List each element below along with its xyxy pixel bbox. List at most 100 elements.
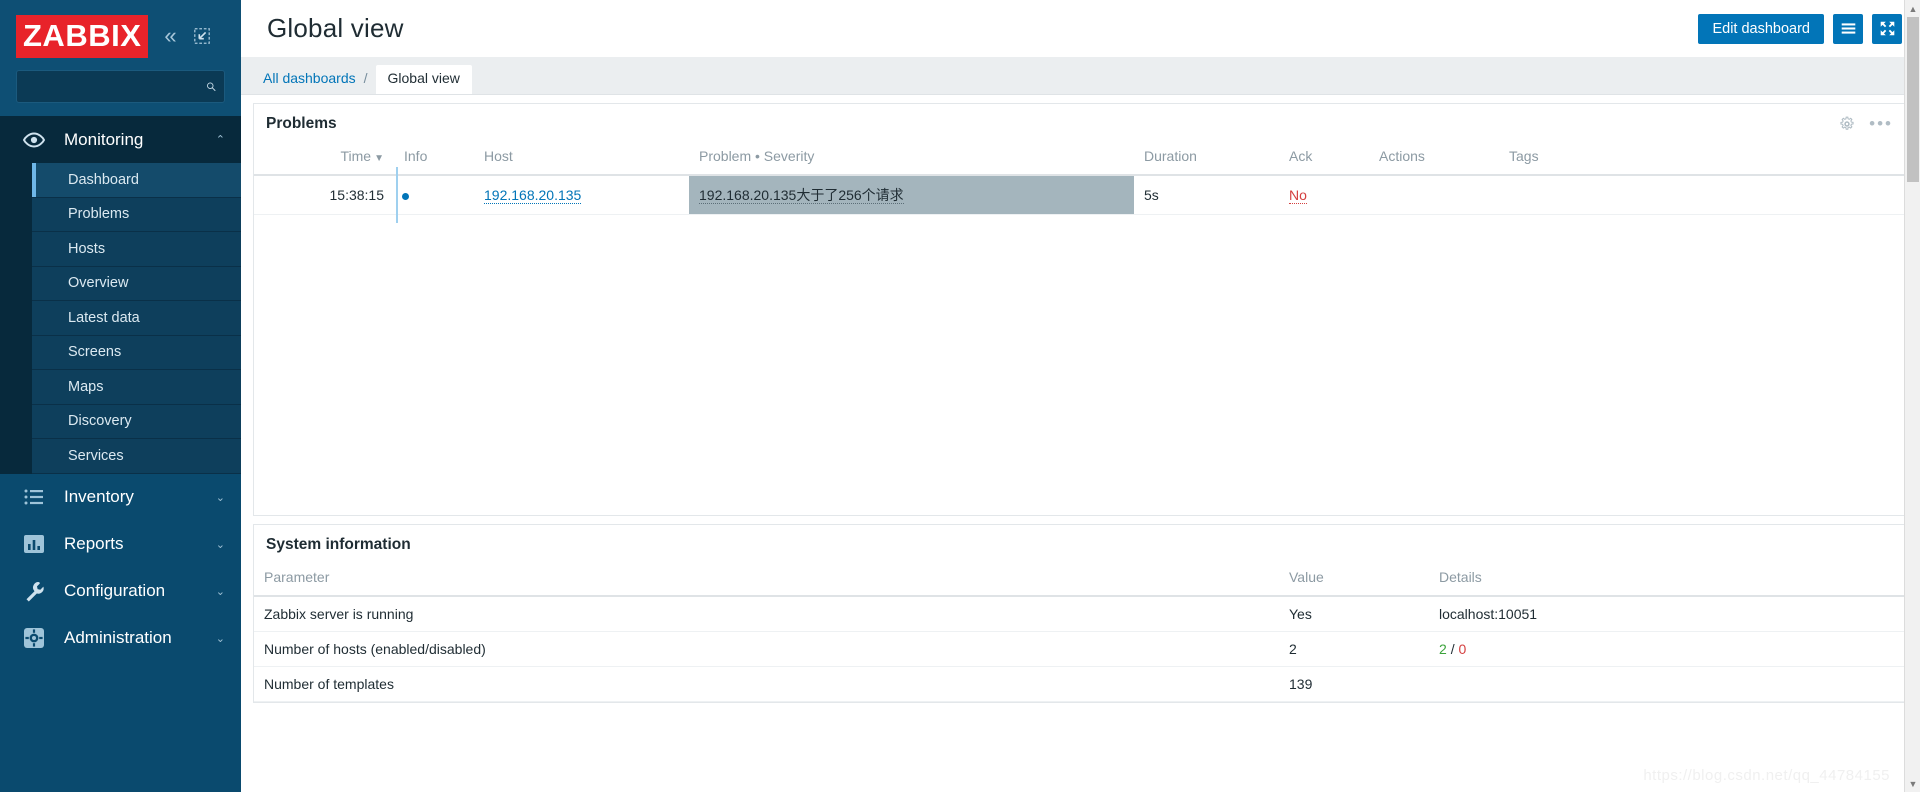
cell-parameter: Zabbix server is running — [254, 596, 1279, 632]
breadcrumb-all-dashboards[interactable]: All dashboards — [263, 70, 356, 94]
sidebar-item-overview[interactable]: Overview — [32, 266, 241, 301]
watermark-text: https://blog.csdn.net/qq_44784155 — [1643, 767, 1890, 784]
sidebar-group-label-configuration: Configuration — [64, 581, 166, 600]
problems-table: Time ▼ Info Host Problem • Severity Durat… — [254, 140, 1905, 223]
sidebar-item-label: Latest data — [68, 309, 140, 326]
chevron-down-icon: ⌄ — [215, 632, 225, 645]
cell-details: localhost:10051 — [1429, 596, 1905, 632]
hamburger-icon — [1841, 23, 1855, 34]
sidebar-item-label: Dashboard — [68, 171, 139, 188]
problem-link[interactable]: 192.168.20.135大于了256个请求 — [699, 187, 904, 204]
column-header-time[interactable]: Time ▼ — [254, 140, 394, 176]
cell-value: Yes — [1279, 596, 1429, 632]
column-header-problem-severity[interactable]: Problem • Severity — [689, 140, 1134, 176]
sidebar-item-label: Maps — [68, 378, 104, 395]
sidebar-group-label-inventory: Inventory — [64, 487, 134, 506]
sidebar-header: ZABBIX « — [0, 0, 241, 116]
eye-icon — [22, 131, 46, 148]
sidebar-search[interactable] — [16, 70, 225, 103]
sidebar-item-hosts[interactable]: Hosts — [32, 232, 241, 267]
breadcrumb: All dashboards / Global view — [241, 57, 1920, 95]
widget-more-ellipsis-icon[interactable]: ••• — [1869, 115, 1893, 132]
cell-details: 2 / 0 — [1429, 631, 1905, 667]
system-information-widget: System information Parameter Value Detai… — [253, 524, 1906, 703]
search-input[interactable] — [25, 78, 206, 95]
sidebar-item-label: Screens — [68, 344, 122, 361]
cell-host: 192.168.20.135 — [474, 175, 689, 215]
table-row[interactable]: 15:38:15 192.168.20.135 192.168.20.135大于… — [254, 167, 1905, 223]
fullscreen-button[interactable] — [1872, 13, 1902, 44]
problems-table-body: 15:38:15 192.168.20.135 192.168.20.135大于… — [254, 167, 1905, 223]
zabbix-app: ZABBIX « Monitoring ⌃ Dashboard Problems… — [0, 0, 1920, 792]
sidebar-submenu-monitoring: Dashboard Problems Hosts Overview Latest… — [0, 163, 241, 474]
sidebar-group-inventory[interactable]: Inventory ⌄ — [0, 474, 241, 521]
column-header-parameter: Parameter — [254, 561, 1279, 597]
sidebar-item-discovery[interactable]: Discovery — [32, 404, 241, 439]
column-header-duration: Duration — [1134, 140, 1279, 176]
problems-empty-space — [254, 215, 1905, 515]
sidebar-item-label: Overview — [68, 275, 129, 292]
column-header-host[interactable]: Host — [474, 140, 689, 176]
problems-table-head: Time ▼ Info Host Problem • Severity Durat… — [254, 140, 1905, 176]
edit-dashboard-button[interactable]: Edit dashboard — [1698, 13, 1824, 44]
double-chevron-left-icon: « — [164, 23, 177, 48]
widget-settings-gear-icon[interactable] — [1839, 116, 1855, 132]
cell-ack: No — [1279, 175, 1369, 215]
system-information-header-row: Parameter Value Details — [254, 561, 1905, 597]
system-information-header: System information — [254, 525, 1905, 561]
collapse-sidebar-button[interactable]: « — [164, 25, 176, 47]
column-header-ack: Ack — [1279, 140, 1369, 176]
dashboard-content: Problems ••• Time ▼ Info Host Problem • … — [241, 95, 1920, 792]
scroll-thumb[interactable] — [1907, 17, 1919, 182]
chevron-down-icon: ⌄ — [215, 491, 225, 504]
ack-status-link[interactable]: No — [1289, 187, 1307, 204]
collapse-corner-icon — [193, 28, 210, 44]
cell-actions — [1369, 175, 1499, 215]
sidebar-item-screens[interactable]: Screens — [32, 335, 241, 370]
column-header-value: Value — [1279, 561, 1429, 597]
search-icon[interactable] — [206, 78, 216, 95]
sidebar-nav: Monitoring ⌃ Dashboard Problems Hosts Ov… — [0, 116, 241, 662]
sidebar-item-dashboard[interactable]: Dashboard — [32, 163, 241, 198]
problems-header-row: Time ▼ Info Host Problem • Severity Durat… — [254, 140, 1905, 176]
sidebar-item-maps[interactable]: Maps — [32, 370, 241, 405]
system-information-table-body: Zabbix server is running Yes localhost:1… — [254, 596, 1905, 702]
vertical-scrollbar[interactable]: ▲ ▼ — [1904, 0, 1920, 792]
problems-widget: Problems ••• Time ▼ Info Host Problem • … — [253, 103, 1906, 516]
sidebar-item-problems[interactable]: Problems — [32, 197, 241, 232]
sidebar-item-label: Hosts — [68, 240, 106, 257]
table-row: Number of templates 139 — [254, 666, 1905, 702]
cell-time[interactable]: 15:38:15 — [254, 175, 394, 215]
sidebar-group-administration[interactable]: Administration ⌄ — [0, 615, 241, 662]
zabbix-logo[interactable]: ZABBIX — [16, 14, 149, 58]
list-icon — [24, 489, 43, 505]
host-link[interactable]: 192.168.20.135 — [484, 187, 582, 204]
sidebar-group-label-monitoring: Monitoring — [64, 129, 144, 149]
cell-value: 139 — [1279, 666, 1429, 702]
sidebar: ZABBIX « Monitoring ⌃ Dashboard Problems… — [0, 0, 241, 792]
bar-chart-icon — [24, 535, 44, 553]
sidebar-item-services[interactable]: Services — [32, 439, 241, 474]
sidebar-group-configuration[interactable]: Configuration ⌄ — [0, 568, 241, 615]
column-header-details: Details — [1429, 561, 1905, 597]
sidebar-group-monitoring[interactable]: Monitoring ⌃ — [0, 116, 241, 163]
cell-problem: 192.168.20.135大于了256个请求 — [689, 175, 1134, 215]
sidebar-item-label: Problems — [68, 206, 130, 223]
expand-arrows-icon — [1880, 21, 1894, 36]
gear-icon — [24, 628, 44, 648]
sidebar-group-reports[interactable]: Reports ⌄ — [0, 521, 241, 568]
cell-tags — [1499, 175, 1905, 215]
sidebar-group-label-administration: Administration — [64, 628, 172, 647]
sidebar-item-latest-data[interactable]: Latest data — [32, 301, 241, 336]
count-separator: / — [1450, 641, 1455, 657]
enabled-count: 2 — [1439, 641, 1447, 657]
system-information-table: Parameter Value Details Zabbix server is… — [254, 561, 1905, 702]
dashboard-menu-button[interactable] — [1833, 13, 1863, 44]
hide-sidebar-button[interactable] — [193, 27, 211, 45]
chevron-down-icon: ⌄ — [215, 538, 225, 551]
sidebar-item-label: Discovery — [68, 413, 132, 430]
column-header-tags: Tags — [1499, 140, 1905, 176]
wrench-icon — [26, 582, 44, 602]
scroll-down-arrow-icon[interactable]: ▼ — [1905, 775, 1920, 792]
scroll-up-arrow-icon[interactable]: ▲ — [1905, 0, 1920, 17]
